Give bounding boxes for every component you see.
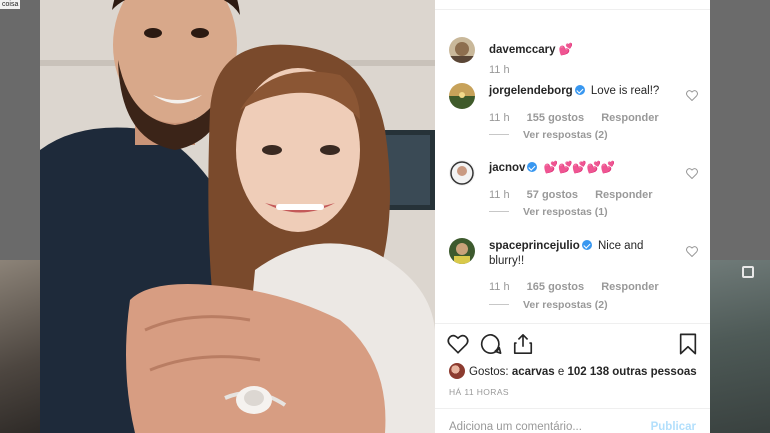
view-replies-label: Ver respostas (1) <box>523 206 608 218</box>
likes-joiner: e <box>557 366 565 378</box>
comment-message: 💕💕💕💕💕 <box>543 162 616 174</box>
add-comment-bar: Adiciona um comentário... Publicar <box>435 408 710 433</box>
avatar[interactable] <box>449 363 465 379</box>
view-replies-label: Ver respostas (2) <box>523 129 608 141</box>
comment-message: 💕 <box>558 44 574 56</box>
post-timestamp[interactable]: HÁ 11 HORAS <box>449 387 509 397</box>
like-comment-heart-icon[interactable] <box>686 168 698 179</box>
avatar[interactable] <box>449 37 475 63</box>
comment-time[interactable]: 11 h <box>489 112 510 124</box>
likes-others-link[interactable]: 102 138 outras pessoas <box>568 366 697 378</box>
avatar[interactable] <box>449 160 475 186</box>
comment-item: davemccary 💕 11 h <box>449 37 704 87</box>
comments-list[interactable]: davemccary 💕 11 h jorgelendeborg Love is… <box>435 12 710 323</box>
view-replies-button[interactable]: Ver respostas (1) <box>489 206 608 218</box>
comment-input[interactable]: Adiciona um comentário... <box>449 421 582 433</box>
reply-button[interactable]: Responder <box>595 189 652 201</box>
post-actions: Gostos: acarvas e 102 138 outras pessoas… <box>435 323 710 433</box>
comment-likes[interactable]: 165 gostos <box>527 281 584 293</box>
liker-username[interactable]: acarvas <box>512 366 555 378</box>
comment-item: jacnov 💕💕💕💕💕 11 h 57 gostos Responder Ve… <box>449 160 704 230</box>
comment-meta: 11 h 165 gostos Responder <box>489 281 673 293</box>
verified-badge-icon <box>581 240 592 250</box>
view-replies-label: Ver respostas (2) <box>523 299 608 311</box>
comment-meta: 11 h 57 gostos Responder <box>489 189 667 201</box>
likes-prefix: Gostos: <box>469 366 509 378</box>
divider <box>489 134 509 135</box>
comment-username[interactable]: jacnov <box>489 162 525 174</box>
comment-time[interactable]: 11 h <box>489 64 510 76</box>
publish-button[interactable]: Publicar <box>651 421 696 433</box>
comment-text: spaceprincejulio Nice and blurry!! <box>489 239 679 269</box>
comment-text: jorgelendeborg Love is real!? <box>489 84 689 99</box>
avatar[interactable] <box>449 83 475 109</box>
reply-button[interactable]: Responder <box>601 112 658 124</box>
comment-meta: 11 h <box>489 64 524 76</box>
divider <box>489 304 509 305</box>
comment-username[interactable]: davemccary <box>489 44 556 56</box>
comment-message: Love is real!? <box>590 85 660 97</box>
comment-meta: 11 h 155 gostos Responder <box>489 112 673 124</box>
like-comment-heart-icon[interactable] <box>686 90 698 101</box>
verified-badge-icon <box>574 85 585 95</box>
reply-button[interactable]: Responder <box>601 281 658 293</box>
panel-header-edge <box>435 0 710 10</box>
comment-time[interactable]: 11 h <box>489 189 510 201</box>
background-post-thumbnail[interactable] <box>0 260 40 433</box>
heart-outline-icon[interactable] <box>447 333 469 355</box>
comment-username[interactable]: jorgelendeborg <box>489 85 573 97</box>
comment-time[interactable]: 11 h <box>489 281 510 293</box>
background-post-thumbnail[interactable] <box>710 260 770 433</box>
share-icon[interactable] <box>512 333 534 355</box>
post-side-panel: davemccary 💕 11 h jorgelendeborg Love is… <box>435 0 710 433</box>
comment-item: spaceprincejulio Nice and blurry!! 11 h … <box>449 238 704 323</box>
comment-likes[interactable]: 57 gostos <box>527 189 578 201</box>
comment-item: jorgelendeborg Love is real!? 11 h 155 g… <box>449 83 704 153</box>
comment-text: jacnov 💕💕💕💕💕 <box>489 161 689 176</box>
bookmark-icon[interactable] <box>677 333 699 355</box>
speech-bubble-icon[interactable] <box>480 333 502 355</box>
post-photo[interactable] <box>40 0 435 433</box>
comment-text: davemccary 💕 <box>489 43 689 58</box>
view-replies-button[interactable]: Ver respostas (2) <box>489 129 608 141</box>
comment-username[interactable]: spaceprincejulio <box>489 240 580 252</box>
photo-illustration <box>40 0 435 433</box>
likes-summary: Gostos: acarvas e 102 138 outras pessoas <box>449 363 697 379</box>
verified-badge-icon <box>527 162 538 172</box>
avatar[interactable] <box>449 238 475 264</box>
view-replies-button[interactable]: Ver respostas (2) <box>489 299 608 311</box>
tooltip: coisa <box>0 0 21 9</box>
carousel-icon <box>742 266 754 278</box>
divider <box>489 211 509 212</box>
comment-likes[interactable]: 155 gostos <box>527 112 584 124</box>
like-comment-heart-icon[interactable] <box>686 246 698 257</box>
